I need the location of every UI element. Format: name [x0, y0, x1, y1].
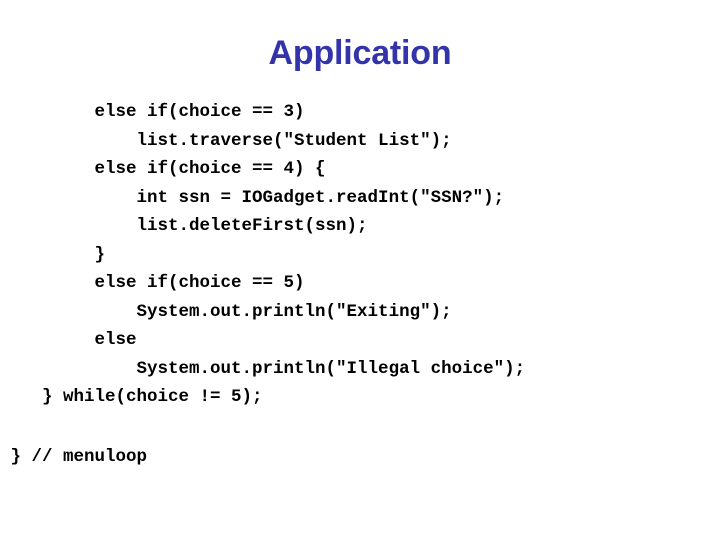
trailing-code-block: } // menuloop — [0, 443, 720, 472]
code-line: } — [0, 244, 106, 265]
code-line: } // menuloop — [0, 447, 148, 467]
code-line: System.out.println("Exiting"); — [0, 301, 452, 322]
code-line: System.out.println("Illegal choice"); — [0, 358, 526, 379]
code-line: else — [0, 330, 137, 350]
slide: Application else if(choice == 3) list.tr… — [0, 0, 720, 540]
code-line: else if(choice == 3) — [0, 102, 305, 122]
code-line: int ssn = IOGadget.readInt("SSN?"); — [0, 187, 505, 208]
code-line: } while(choice != 5); — [0, 387, 263, 407]
code-line: else if(choice == 5) — [0, 273, 305, 293]
page-title: Application — [268, 34, 452, 72]
code-line: list.traverse("Student List"); — [0, 130, 452, 151]
code-block: else if(choice == 3) list.traverse("Stud… — [0, 98, 720, 412]
code-line: else if(choice == 4) { — [0, 159, 326, 179]
code-line: list.deleteFirst(ssn); — [0, 216, 368, 236]
